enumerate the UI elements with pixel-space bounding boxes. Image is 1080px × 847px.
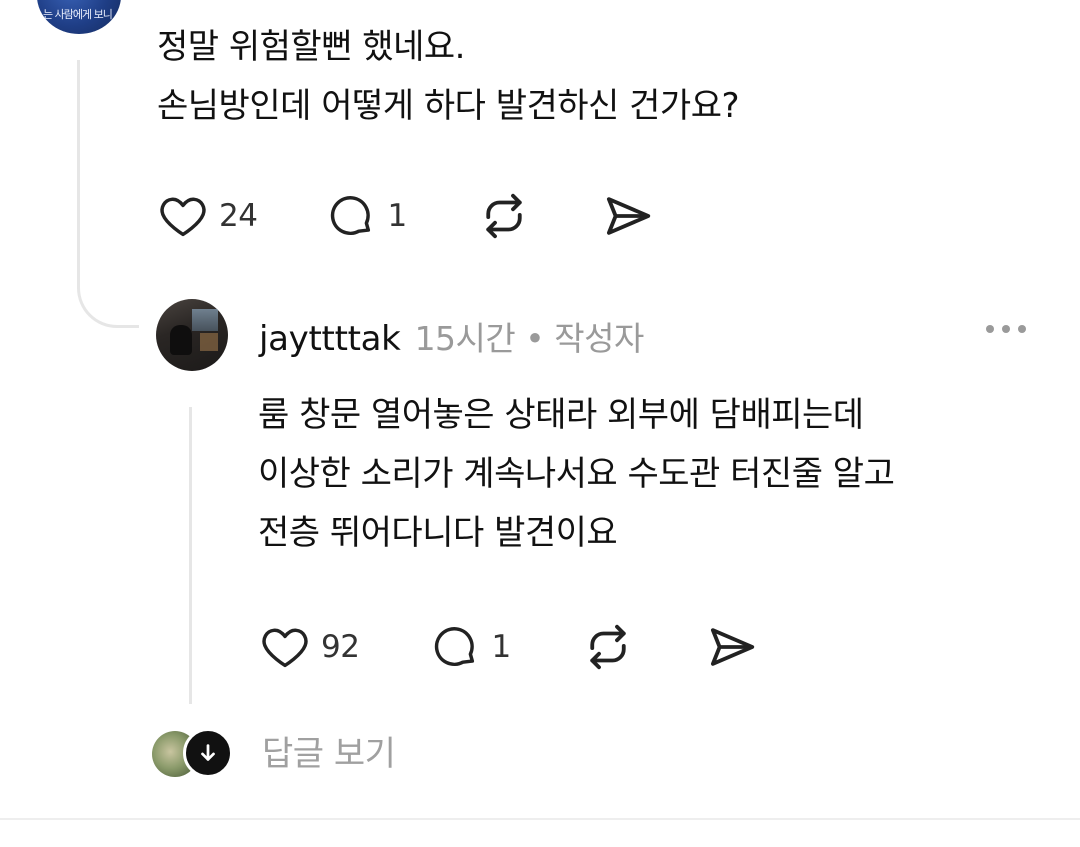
reply-header: jayttttak 15시간 • 작성자 — [259, 312, 644, 360]
reply-line: 전층 뛰어다니다 발견이요 — [258, 513, 618, 553]
repost-icon — [486, 193, 522, 239]
heart-icon — [160, 197, 206, 237]
see-replies-link[interactable]: 답글 보기 — [262, 726, 396, 775]
reply-username[interactable]: jayttttak — [259, 319, 401, 359]
parent-comment-line: 손님방인데 어떻게 하다 발견하신 건가요? — [157, 86, 740, 126]
expand-replies-button[interactable] — [183, 728, 233, 778]
reply-count: 1 — [387, 198, 407, 234]
reply-line: 룸 창문 열어놓은 상태라 외부에 담배피는데 — [258, 395, 864, 435]
share-button[interactable] — [705, 620, 759, 674]
comment-bubble-icon — [331, 196, 371, 235]
reply-thread-line — [189, 407, 192, 704]
heart-icon — [262, 628, 308, 668]
share-button[interactable] — [601, 189, 655, 243]
repost-button[interactable] — [581, 620, 635, 674]
like-button[interactable]: 92 — [259, 621, 360, 673]
like-button[interactable]: 24 — [157, 190, 258, 242]
reply-meta: 15시간 • 작성자 — [414, 319, 645, 358]
comment-button[interactable]: 1 — [429, 621, 511, 673]
reply-text: 룸 창문 열어놓은 상태라 외부에 담배피는데 이상한 소리가 계속나서요 수도… — [258, 386, 895, 563]
comment-bubble-icon — [435, 627, 475, 666]
repost-button[interactable] — [477, 189, 531, 243]
comment-button[interactable]: 1 — [325, 190, 407, 242]
send-icon — [606, 197, 650, 235]
parent-comment-actions: 24 1 — [157, 189, 655, 243]
reply-actions: 92 1 — [259, 620, 759, 674]
send-icon — [710, 628, 754, 666]
repost-icon — [590, 624, 626, 670]
reply-line: 이상한 소리가 계속나서요 수도관 터진줄 알고 — [258, 454, 895, 494]
arrow-down-icon — [201, 744, 215, 761]
divider — [0, 818, 1080, 820]
reply-author-avatar[interactable] — [156, 299, 228, 371]
reply-count: 1 — [491, 629, 511, 665]
avatar-overlay-text: 는 사람에게 보니 — [43, 8, 113, 21]
thread-connector-line — [77, 60, 139, 328]
like-count: 24 — [219, 198, 258, 234]
parent-comment-text: 정말 위험할뻔 했네요. 손님방인데 어떻게 하다 발견하신 건가요? — [157, 18, 740, 136]
parent-comment-line: 정말 위험할뻔 했네요. — [157, 27, 465, 67]
more-dots-icon[interactable] — [986, 325, 1026, 333]
like-count: 92 — [321, 629, 360, 665]
parent-author-avatar[interactable]: 는 사람에게 보니 — [37, 0, 121, 34]
